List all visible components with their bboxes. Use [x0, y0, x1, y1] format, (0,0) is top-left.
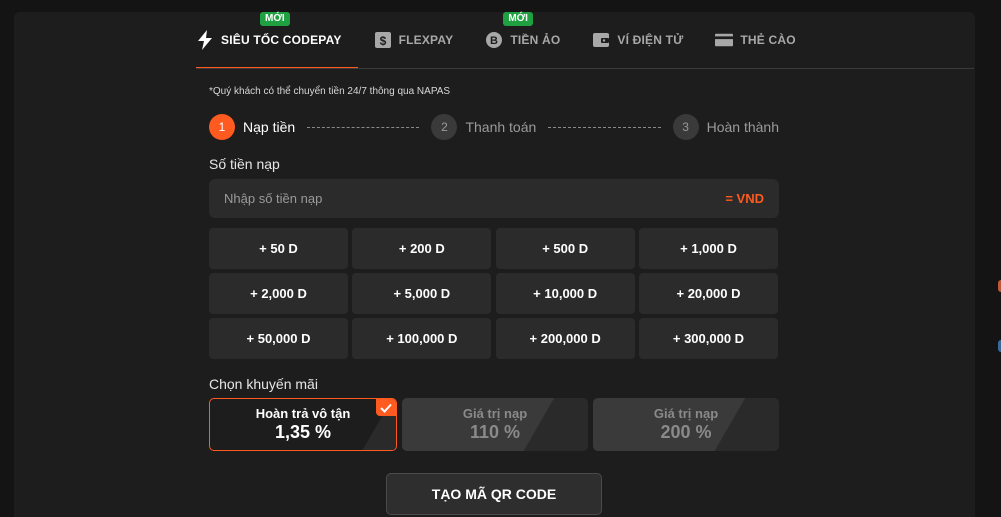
payment-tabs: MỚI SIÊU TỐC CODEPAY $ FLEXPAY MỚI B TIỀ… [196, 12, 828, 69]
amount-field: = VND [209, 179, 779, 218]
quick-amount-grid: + 50 D + 200 D + 500 D + 1,000 D + 2,000… [209, 228, 779, 359]
step-label: Hoàn thành [706, 119, 779, 135]
tab-crypto[interactable]: MỚI B TIỀN ẢO [485, 12, 576, 68]
amount-input[interactable] [224, 191, 644, 206]
quick-amount-button[interactable]: + 10,000 D [495, 273, 635, 314]
step-deposit: 1 Nạp tiền [209, 114, 295, 140]
tab-ewallet[interactable]: VÍ ĐIỆN TỬ [592, 12, 699, 68]
promo-option-bonus-110[interactable]: Giá trị nạp 110 % [402, 398, 588, 451]
quick-amount-button[interactable]: + 50,000 D [209, 318, 348, 359]
quick-amount-button[interactable]: + 300,000 D [638, 318, 778, 359]
lightning-icon [196, 30, 214, 50]
promo-option-title: Giá trị nạp [462, 406, 528, 421]
tab-flexpay[interactable]: $ FLEXPAY [374, 12, 470, 68]
quick-amount-button[interactable]: + 200,000 D [495, 318, 635, 359]
quick-amount-button[interactable]: + 1,000 D [638, 228, 778, 269]
new-badge: MỚI [260, 12, 290, 26]
tabs-divider [196, 68, 974, 69]
promo-options: Hoàn trả vô tận 1,35 % Giá trị nạp 110 %… [209, 398, 779, 451]
check-icon [376, 399, 396, 416]
promo-option-title: Giá trị nạp [653, 406, 719, 421]
svg-text:$: $ [379, 34, 386, 48]
promo-option-title: Hoàn trả vô tận [255, 406, 351, 421]
quick-amount-button[interactable]: + 500 D [495, 228, 635, 269]
step-payment: 2 Thanh toán [431, 114, 536, 140]
right-edge [975, 0, 1001, 517]
promo-option-cashback[interactable]: Hoàn trả vô tận 1,35 % [209, 398, 397, 451]
quick-amount-button[interactable]: + 200 D [352, 228, 492, 269]
quick-amount-button[interactable]: + 50 D [209, 228, 348, 269]
napas-note: *Quý khách có thể chuyển tiền 24/7 thông… [209, 86, 451, 97]
tab-label: FLEXPAY [398, 33, 454, 47]
step-connector [548, 126, 661, 128]
svg-text:B: B [490, 35, 498, 47]
promo-title: Chọn khuyến mãi [209, 376, 318, 392]
create-qr-button[interactable]: TẠO MÃ QR CODE [386, 473, 602, 515]
promo-option-bonus-200[interactable]: Giá trị nạp 200 % [593, 398, 779, 451]
amount-title: Số tiền nạp [209, 156, 280, 172]
tab-label: THẺ CÀO [740, 33, 796, 47]
stepper: 1 Nạp tiền 2 Thanh toán 3 Hoàn thành [209, 113, 779, 141]
step-number: 1 [209, 114, 235, 140]
bitcoin-icon: B [485, 31, 503, 49]
quick-amount-button[interactable]: + 5,000 D [352, 273, 492, 314]
step-label: Nạp tiền [243, 119, 296, 135]
tab-label: VÍ ĐIỆN TỬ [617, 33, 684, 47]
card-icon [715, 31, 734, 49]
new-badge: MỚI [503, 12, 533, 26]
step-complete: 3 Hoàn thành [672, 114, 779, 140]
tab-codepay[interactable]: MỚI SIÊU TỐC CODEPAY [196, 12, 358, 69]
quick-amount-button[interactable]: + 2,000 D [209, 273, 348, 314]
wallet-icon [592, 31, 610, 49]
step-number: 2 [431, 114, 458, 140]
tab-label: TIỀN ẢO [510, 33, 561, 47]
tab-scratch-card[interactable]: THẺ CÀO [715, 12, 811, 68]
step-label: Thanh toán [465, 119, 537, 135]
dollar-note-icon: $ [374, 31, 392, 49]
currency-unit: = VND [725, 191, 764, 206]
promo-option-value: 110 % [469, 422, 521, 442]
quick-amount-button[interactable]: + 20,000 D [638, 273, 778, 314]
promo-option-value: 200 % [660, 422, 712, 442]
step-number: 3 [672, 114, 699, 140]
promo-option-value: 1,35 % [274, 422, 332, 442]
tab-label: SIÊU TỐC CODEPAY [221, 33, 342, 47]
quick-amount-button[interactable]: + 100,000 D [352, 318, 492, 359]
step-connector [307, 126, 420, 128]
